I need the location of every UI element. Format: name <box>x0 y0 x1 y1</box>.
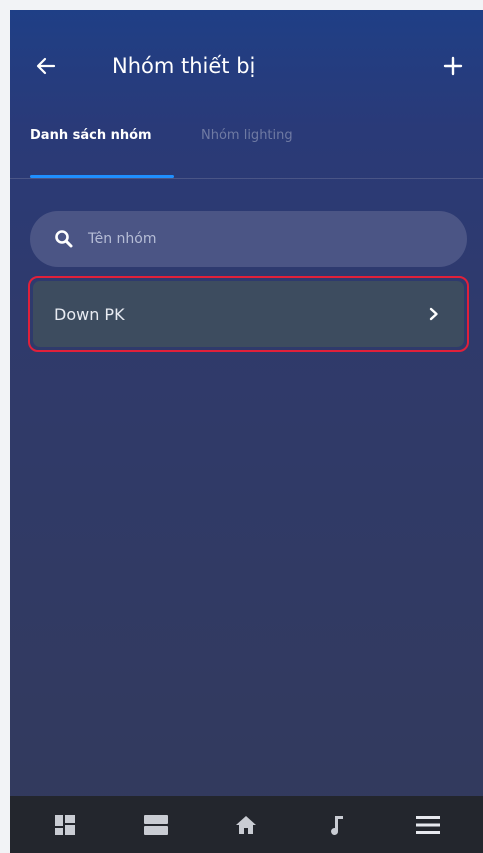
nav-rooms-button[interactable] <box>131 800 181 850</box>
arrow-left-icon <box>36 57 56 75</box>
group-item-body: Down PK <box>33 281 464 347</box>
search-icon <box>54 229 74 249</box>
group-item-down-pk[interactable]: Down PK <box>28 276 469 352</box>
nav-music-button[interactable] <box>312 800 362 850</box>
search-input[interactable]: Tên nhóm <box>30 211 467 267</box>
nav-menu-button[interactable] <box>403 800 453 850</box>
header-divider <box>10 178 483 179</box>
nav-home-button[interactable] <box>221 800 271 850</box>
grid-icon <box>55 814 76 835</box>
search-placeholder: Tên nhóm <box>88 231 157 247</box>
hamburger-icon <box>415 815 440 834</box>
group-item-label: Down PK <box>54 304 125 324</box>
chevron-right-icon <box>426 306 442 322</box>
add-group-button[interactable] <box>437 50 469 82</box>
app-screen: Nhóm thiết bị Danh sách nhóm Nhóm lighti… <box>10 10 483 853</box>
tab-bar: Danh sách nhóm Nhóm lighting <box>30 120 483 178</box>
tab-group-list[interactable]: Danh sách nhóm <box>30 127 152 145</box>
bottom-nav <box>10 796 483 853</box>
cards-icon <box>143 814 168 835</box>
tab-lighting-groups[interactable]: Nhóm lighting <box>201 127 293 145</box>
home-icon <box>236 815 257 834</box>
page-title: Nhóm thiết bị <box>112 54 256 78</box>
plus-icon <box>443 56 463 76</box>
music-note-icon <box>331 815 344 835</box>
back-button[interactable] <box>30 50 62 82</box>
top-bar: Nhóm thiết bị <box>10 10 483 120</box>
nav-dashboard-button[interactable] <box>40 800 90 850</box>
